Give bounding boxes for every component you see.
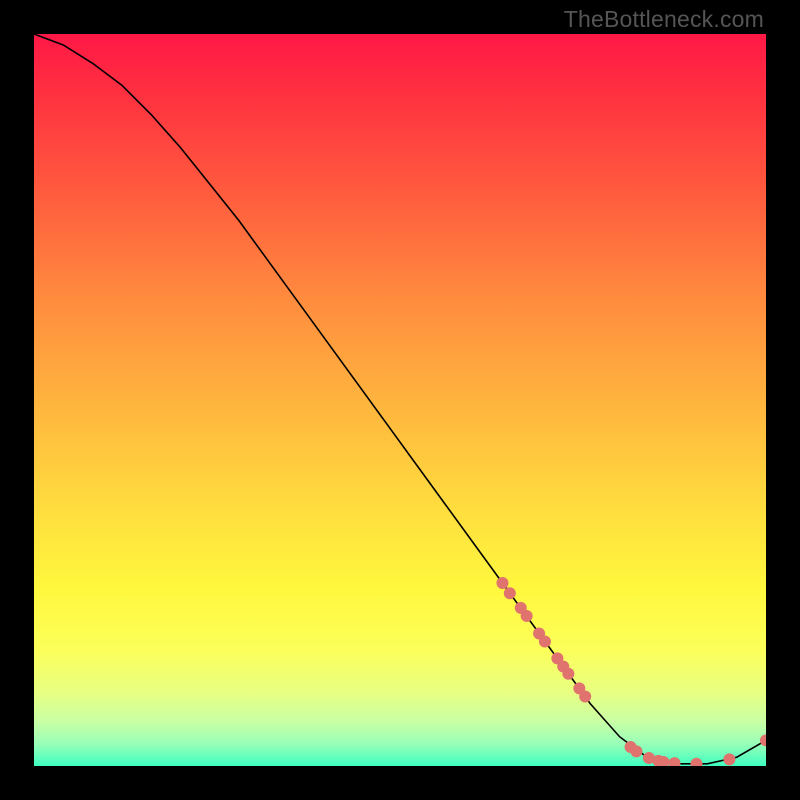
curve-line: [34, 34, 766, 764]
figure-outer: TheBottleneck.com: [0, 0, 800, 800]
data-point: [579, 690, 591, 702]
data-point: [669, 757, 681, 766]
data-point: [562, 668, 574, 680]
data-point: [539, 636, 551, 648]
data-point: [504, 587, 516, 599]
data-point: [521, 610, 533, 622]
data-point: [723, 753, 735, 765]
data-point: [690, 758, 702, 766]
watermark-text: TheBottleneck.com: [564, 6, 764, 33]
chart-svg: [34, 34, 766, 766]
plot-area: [34, 34, 766, 766]
data-point: [760, 734, 766, 746]
data-point: [496, 577, 508, 589]
data-point: [630, 745, 642, 757]
marker-group: [496, 577, 766, 766]
